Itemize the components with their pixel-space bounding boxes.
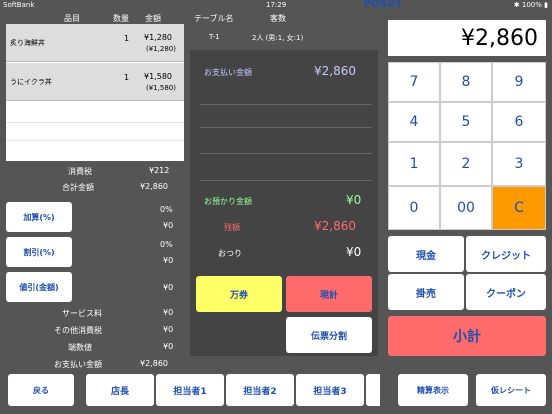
add-percent: 0% [160,205,173,214]
clock: 17:29 [266,1,287,9]
received-value: ¥0 [346,193,362,207]
key-8[interactable]: 8 [440,62,492,102]
payment-panel: お支払い金額 ¥2,860 お預かり金額 ¥0 残額 ¥2,860 おつり ¥0… [190,50,378,356]
coupon-button[interactable]: クーポン [466,274,546,310]
key-4[interactable]: 4 [388,102,440,142]
list-item[interactable]: 炙り海鮮丼 1 ¥1,280 (¥1,280) [6,24,184,62]
rounding-label: 端数値 [68,343,92,352]
back-button[interactable]: 戻る [8,374,74,406]
key-9[interactable]: 9 [492,62,546,102]
table-value: T-1 [209,33,220,41]
key-0[interactable]: 0 [388,186,440,230]
cash-button[interactable]: 現金 [388,236,464,272]
discount-amount-button[interactable]: 値引(金額) [6,272,72,302]
due-label: お支払い金額 [204,68,252,77]
discount-percent-button[interactable]: 割引(%) [6,237,72,267]
key-clear[interactable]: C [492,186,546,230]
tax-label: 消費税 [68,167,92,176]
key-5[interactable]: 5 [440,102,492,142]
header-guests: 客数 [270,14,286,23]
account-button[interactable]: 掛売 [388,274,464,310]
remaining-value: ¥2,860 [314,219,356,233]
rounding-value: ¥0 [163,342,174,351]
key-1[interactable]: 1 [388,142,440,186]
tab-staff-4[interactable]: 担 [366,374,380,406]
amount-display: ¥2,860 [388,20,546,56]
payable-value: ¥2,860 [140,359,168,368]
order-list[interactable]: 炙り海鮮丼 1 ¥1,280 (¥1,280) うにイクラ丼 1 ¥1,580 (¥1,58… [6,24,184,161]
discount-amount-value: ¥0 [163,283,174,292]
header-qty: 数量 [113,14,129,23]
header-amount: 金額 [145,14,161,23]
settlement-view-button[interactable]: 精算表示 [398,374,468,406]
key-00[interactable]: 00 [440,186,492,230]
status-bar: SoftBank 17:29 POS#1 ✱ 100% ▮ [0,0,552,12]
header-item: 品目 [64,14,80,23]
key-3[interactable]: 3 [492,142,546,186]
service-label: サービス料 [62,309,102,318]
tab-manager[interactable]: 店長 [86,374,154,406]
voucher-button[interactable]: 万券 [196,276,282,312]
other-tax-value: ¥0 [163,325,174,334]
remaining-label: 残額 [224,223,240,232]
add-percent-button[interactable]: 加算(%) [6,202,72,232]
add-value: ¥0 [163,221,174,230]
payable-label: お支払い金額 [54,360,102,369]
key-2[interactable]: 2 [440,142,492,186]
service-value: ¥0 [163,308,174,317]
total-label: 合計金額 [62,183,94,192]
staff-tabs: 店長 担当者1 担当者2 担当者3 担 [86,374,380,406]
discount-value: ¥0 [163,256,174,265]
bluetooth-icon: ✱ [513,1,522,9]
battery-icon: ▮ [544,1,548,9]
tab-staff-2[interactable]: 担当者2 [226,374,294,406]
discount-percent: 0% [160,240,173,249]
temp-receipt-button[interactable]: 仮レシート [476,374,546,406]
list-item[interactable]: うにイクラ丼 1 ¥1,580 (¥1,580) [6,63,184,101]
split-slip-button[interactable]: 伝票分割 [286,317,372,353]
change-value: ¥0 [346,245,362,259]
key-6[interactable]: 6 [492,102,546,142]
received-label: お預かり金額 [204,197,252,206]
other-tax-label: その他消費税 [54,326,102,335]
guest-value: 2人 (男:1, 女:1) [252,34,304,42]
change-label: おつり [218,249,242,258]
total-value: ¥2,860 [140,182,168,191]
battery-label: ✱ 100% ▮ [513,1,548,9]
tab-staff-1[interactable]: 担当者1 [156,374,224,406]
tab-staff-3[interactable]: 担当者3 [296,374,364,406]
subtotal-button[interactable]: 小計 [388,316,546,356]
due-value: ¥2,860 [314,64,356,78]
carrier-label: SoftBank [3,1,35,9]
exact-cash-button[interactable]: 現計 [286,276,372,312]
header-table: テーブル名 [194,14,234,23]
tax-value: ¥212 [149,166,170,175]
credit-button[interactable]: クレジット [466,236,546,272]
key-7[interactable]: 7 [388,62,440,102]
app-title: POS#1 [364,0,403,10]
